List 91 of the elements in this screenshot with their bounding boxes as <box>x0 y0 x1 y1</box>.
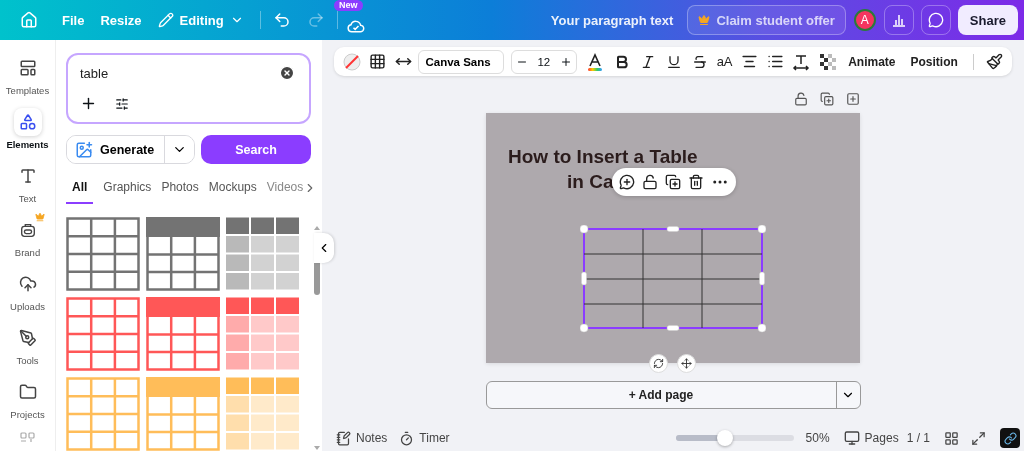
grid-icon <box>944 430 959 446</box>
timer-icon <box>399 430 415 446</box>
table-thumbnail[interactable] <box>146 377 220 451</box>
claim-offer-button[interactable]: Claim student offer <box>687 5 846 35</box>
checkerboard-icon <box>819 53 836 70</box>
toolbar-text-button[interactable]: Animate <box>842 54 902 69</box>
crown-icon <box>698 14 711 26</box>
avatar[interactable]: A <box>853 9 876 31</box>
toolbar-text-button[interactable]: Position <box>904 54 964 69</box>
rotate-icon <box>653 358 664 369</box>
undo-icon <box>272 11 291 29</box>
grid-icon <box>369 53 387 70</box>
clear-icon[interactable] <box>279 65 295 81</box>
link-icon <box>1003 431 1017 445</box>
bar-chart-icon <box>890 12 907 28</box>
monitor-icon <box>843 430 860 446</box>
share-button[interactable]: Share <box>957 5 1018 35</box>
unlock-icon[interactable] <box>794 92 808 106</box>
search-button[interactable]: Search <box>201 135 311 164</box>
shapes-icon <box>18 113 37 131</box>
page-title-line: How to Insert a Table <box>508 145 698 169</box>
paintbrush-icon <box>985 53 1003 70</box>
font-size-field[interactable]: 12 <box>510 49 577 74</box>
duplicate-icon[interactable] <box>820 92 834 106</box>
generate-button[interactable]: Generate <box>67 136 166 163</box>
font-field[interactable]: Canva Sans <box>418 49 504 74</box>
move-button[interactable] <box>677 354 696 373</box>
sidebar-item[interactable]: Templates <box>0 54 55 100</box>
collapse-panel-button[interactable] <box>314 233 334 263</box>
align-center-icon <box>740 53 758 70</box>
selected-table[interactable] <box>580 225 766 333</box>
table-thumbnail[interactable] <box>226 297 300 371</box>
unlock-icon[interactable] <box>642 174 658 190</box>
font-size-value: 12 <box>537 55 551 68</box>
filter-icon[interactable] <box>115 96 129 111</box>
zoom-thumb[interactable] <box>717 430 734 446</box>
list-icon <box>766 53 784 70</box>
sidebar-item[interactable]: Projects <box>0 378 55 424</box>
letter-case-button[interactable]: aA <box>714 54 735 69</box>
rotate-button[interactable] <box>649 354 668 373</box>
comment-icon[interactable] <box>619 174 635 190</box>
duplicate-icon[interactable] <box>665 174 681 190</box>
pen-icon <box>18 329 37 347</box>
table-thumbnail[interactable] <box>146 297 220 371</box>
filter-tab[interactable]: Photos <box>161 178 199 204</box>
pages-button[interactable]: Pages <box>839 430 903 446</box>
no-color-icon <box>342 52 361 71</box>
strikethrough-icon <box>692 53 709 70</box>
sidebar-item[interactable]: Tools <box>0 324 55 370</box>
analytics-button[interactable] <box>883 5 914 35</box>
timer-button[interactable]: Timer <box>395 430 454 446</box>
table-thumbnail[interactable] <box>66 377 140 451</box>
folder-icon <box>18 383 37 401</box>
spacing-icon <box>792 52 811 71</box>
upload-icon <box>18 275 37 293</box>
pencil-icon <box>157 12 174 28</box>
table-thumbnail[interactable] <box>226 217 300 291</box>
table-thumbnail[interactable] <box>146 217 220 291</box>
filter-tab[interactable]: Mockups <box>208 178 257 204</box>
table-thumbnail[interactable] <box>66 297 140 371</box>
table-thumbnail[interactable] <box>226 377 300 451</box>
home-icon <box>20 11 38 29</box>
sidebar-item[interactable]: Uploads <box>0 270 55 316</box>
expand-icon <box>971 430 986 446</box>
filter-tab[interactable]: Graphics <box>103 178 152 204</box>
new-badge: New <box>334 0 363 11</box>
sidebar-item[interactable]: Elements <box>0 108 55 154</box>
filter-tab[interactable]: Videos <box>266 178 304 204</box>
page-count: 1 / 1 <box>906 431 930 445</box>
document-title[interactable]: Your paragraph text <box>550 12 674 28</box>
sidebar-item[interactable]: Text <box>0 162 55 208</box>
link-button[interactable] <box>1000 428 1020 448</box>
add-icon[interactable] <box>846 92 860 106</box>
trash-icon[interactable] <box>688 174 704 190</box>
notes-icon <box>336 430 351 446</box>
zoom-reading: 50% <box>805 431 830 445</box>
image-plus-icon <box>75 140 93 159</box>
redo-icon <box>306 11 325 29</box>
move-icon <box>681 358 692 369</box>
crown-icon <box>34 212 45 222</box>
briefcase-icon <box>18 221 37 239</box>
table-thumbnail[interactable] <box>66 217 140 291</box>
templates-icon <box>18 59 37 77</box>
speech-bubble-icon <box>927 12 944 28</box>
filter-tab[interactable]: All <box>66 178 94 204</box>
underline-icon <box>665 53 682 70</box>
notes-button[interactable]: Notes <box>332 430 392 446</box>
text-icon <box>18 167 37 185</box>
sidebar-item[interactable]: Brand <box>0 216 55 262</box>
plus-icon[interactable] <box>80 95 97 112</box>
comment-button[interactable] <box>920 5 951 35</box>
